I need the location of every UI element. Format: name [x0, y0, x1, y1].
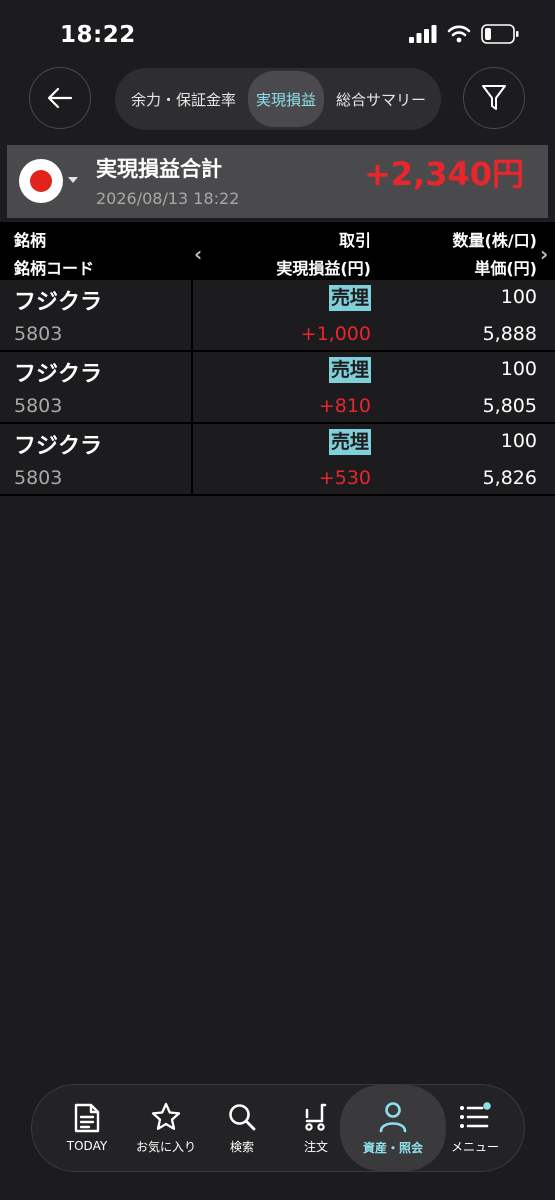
- row-pl: +1,000: [300, 323, 371, 345]
- row-qty: 100: [500, 430, 537, 452]
- row-price: 5,826: [482, 467, 537, 489]
- star-icon: [151, 1102, 181, 1130]
- search-icon: [229, 1103, 256, 1130]
- notification-dot-icon: [483, 1101, 491, 1110]
- summary-date: 2026/08/13 18:22: [96, 189, 240, 208]
- row-side-badge: 売埋: [328, 285, 371, 311]
- table-row[interactable]: フジクラ 5803 売埋 +1,000 100 5,888: [0, 280, 555, 352]
- row-code: 5803: [14, 467, 63, 489]
- pl-summary: 実現損益合計 2026/08/13 18:22 +2,340円: [7, 145, 548, 218]
- table-row[interactable]: フジクラ 5803 売埋 +530 100 5,826: [0, 424, 555, 496]
- nav-search[interactable]: 検索: [210, 1085, 274, 1171]
- nav-today[interactable]: TODAY: [54, 1085, 120, 1171]
- arrow-left-icon: [47, 87, 73, 109]
- chevron-right-icon[interactable]: ›: [540, 242, 548, 266]
- row-side-badge: 売埋: [328, 357, 371, 383]
- status-bar: 18:22: [0, 0, 555, 70]
- status-time: 18:22: [60, 22, 136, 48]
- row-name: フジクラ: [14, 290, 103, 315]
- nav-order[interactable]: 注文: [284, 1085, 348, 1171]
- summary-title: 実現損益合計: [96, 157, 222, 181]
- back-button[interactable]: [29, 67, 91, 129]
- caret-down-icon[interactable]: [68, 177, 78, 183]
- wifi-icon: [447, 25, 471, 43]
- tab-summary[interactable]: 総合サマリー: [330, 89, 432, 110]
- header-price: 単価(円): [474, 259, 537, 278]
- row-code: 5803: [14, 323, 63, 345]
- nav-label: メニュー: [450, 1139, 499, 1154]
- signal-icon: [409, 25, 437, 43]
- row-pl: +810: [318, 395, 371, 417]
- summary-total: +2,340円: [363, 155, 524, 193]
- header-code: 銘柄コード: [14, 259, 95, 278]
- cart-icon: [305, 1103, 327, 1131]
- nav-assets[interactable]: 資産・照会: [340, 1085, 446, 1171]
- row-name: フジクラ: [14, 362, 103, 387]
- tab-bar: 余力・保証金率 実現損益 総合サマリー: [115, 68, 441, 130]
- japan-flag-icon[interactable]: [19, 159, 63, 203]
- row-qty: 100: [500, 286, 537, 308]
- header-qty: 数量(株/口): [452, 231, 537, 250]
- nav-favorites[interactable]: お気に入り: [128, 1085, 204, 1171]
- header-name: 銘柄: [14, 231, 47, 250]
- document-icon: [74, 1103, 100, 1133]
- row-price: 5,888: [482, 323, 537, 345]
- nav-label: お気に入り: [135, 1139, 196, 1154]
- table-row[interactable]: フジクラ 5803 売埋 +810 100 5,805: [0, 352, 555, 424]
- header-trade: 取引: [338, 231, 371, 250]
- nav-label: 資産・照会: [362, 1140, 423, 1155]
- tab-margin-ratio[interactable]: 余力・保証金率: [125, 89, 242, 110]
- row-price: 5,805: [482, 395, 537, 417]
- nav-label: 検索: [229, 1139, 254, 1154]
- menu-icon: [460, 1101, 491, 1128]
- table-header: 銘柄 銘柄コード ‹ 取引 実現損益(円) 数量(株/口) 単価(円) ›: [0, 222, 555, 280]
- row-pl: +530: [318, 467, 371, 489]
- person-icon: [379, 1101, 407, 1132]
- nav-menu[interactable]: メニュー: [442, 1085, 508, 1171]
- nav-label: TODAY: [66, 1139, 108, 1153]
- nav-label: 注文: [303, 1139, 328, 1154]
- row-side-badge: 売埋: [328, 429, 371, 455]
- filter-button[interactable]: [463, 67, 525, 129]
- row-qty: 100: [500, 358, 537, 380]
- battery-icon: [481, 24, 519, 44]
- row-code: 5803: [14, 395, 63, 417]
- header-pl: 実現損益(円): [276, 259, 371, 278]
- tab-realized-pl[interactable]: 実現損益: [248, 71, 325, 127]
- row-name: フジクラ: [14, 434, 103, 459]
- bottom-nav: TODAY お気に入り 検索 注文 資産・照会 メニュー: [31, 1084, 525, 1172]
- chevron-left-icon[interactable]: ‹: [194, 242, 202, 266]
- filter-icon: [482, 85, 506, 110]
